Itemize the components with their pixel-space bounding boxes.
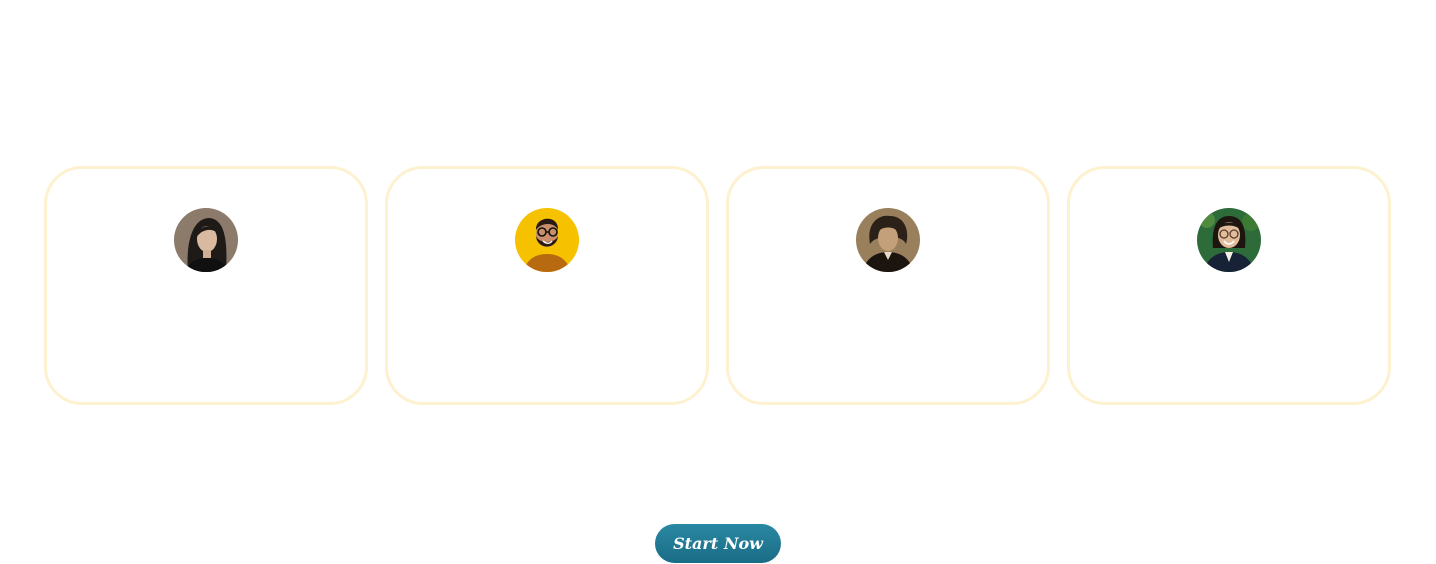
profile-card-3[interactable] xyxy=(726,166,1050,405)
start-now-button[interactable]: Start Now xyxy=(655,524,781,563)
profile-card-4[interactable] xyxy=(1067,166,1391,405)
profile-card-2[interactable] xyxy=(385,166,709,405)
portrait-woman-dark-hair-avatar xyxy=(174,208,238,272)
profile-card-1[interactable] xyxy=(44,166,368,405)
portrait-man-glasses-beard-avatar xyxy=(515,208,579,272)
avatar xyxy=(856,208,920,272)
page: Start Now xyxy=(0,0,1436,564)
avatar xyxy=(515,208,579,272)
portrait-woman-glasses-avatar xyxy=(1197,208,1261,272)
avatar xyxy=(174,208,238,272)
avatar xyxy=(1197,208,1261,272)
profile-cards xyxy=(44,166,1391,405)
portrait-victorian-man-avatar xyxy=(856,208,920,272)
